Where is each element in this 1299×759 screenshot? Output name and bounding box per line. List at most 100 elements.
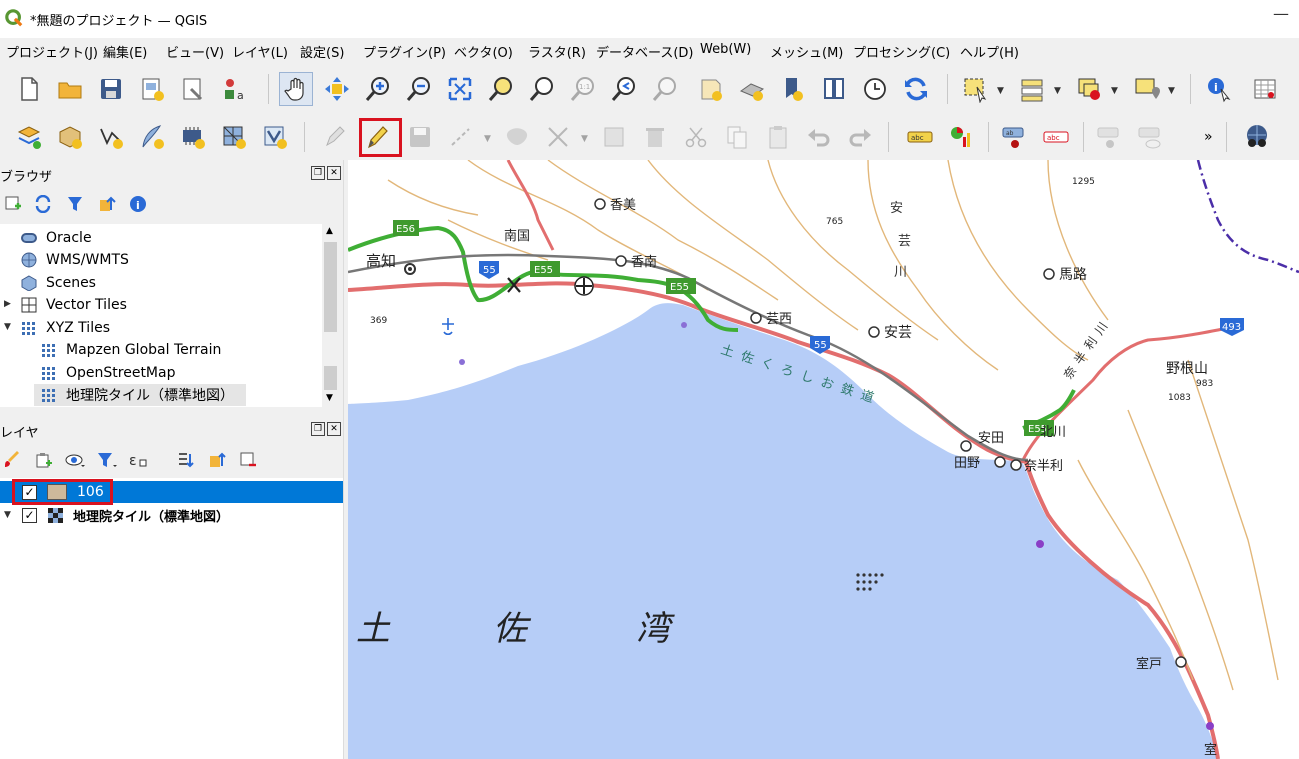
layer-row-gsi-tiles[interactable]: ✓ 地理院タイル（標準地図） <box>0 504 343 526</box>
menu-raster[interactable]: ラスタ(R) <box>528 42 586 61</box>
zoom-out-button[interactable] <box>402 72 436 106</box>
browser-refresh-button[interactable] <box>31 192 55 216</box>
new-virtual-layer-button[interactable] <box>258 120 292 154</box>
collapse-all-button[interactable] <box>95 192 119 216</box>
new-geopackage-layer-button[interactable] <box>53 120 87 154</box>
float-panel-icon[interactable]: ❐ <box>311 422 325 436</box>
zoom-next-button[interactable] <box>648 72 682 106</box>
temporal-controller-button[interactable] <box>858 72 892 106</box>
move-label-button[interactable] <box>1093 120 1127 154</box>
pan-map-button[interactable] <box>279 72 313 106</box>
new-bookmark-button[interactable] <box>776 72 810 106</box>
digitize-dropdown-icon[interactable]: ▼ <box>484 134 491 144</box>
layer-visibility-checkbox[interactable]: ✓ <box>22 507 37 523</box>
style-manager-button[interactable]: a <box>217 72 251 106</box>
expand-arrow-icon[interactable]: ▶ <box>4 299 11 309</box>
new-spatialite-layer-button[interactable] <box>135 120 169 154</box>
browser-scroll-thumb-lower[interactable] <box>324 366 337 390</box>
add-selected-layers-button[interactable] <box>1 192 25 216</box>
new-shapefile-layer-button[interactable] <box>94 120 128 154</box>
collapse-arrow-icon[interactable]: ▼ <box>4 322 11 332</box>
new-map-view-button[interactable] <box>694 72 728 106</box>
current-edits-button[interactable] <box>318 120 352 154</box>
new-3d-view-button[interactable] <box>735 72 769 106</box>
browser-item-gsi-tiles[interactable]: 地理院タイル（標準地図） <box>34 384 246 406</box>
cut-features-button[interactable] <box>679 120 713 154</box>
zoom-full-button[interactable] <box>443 72 477 106</box>
select-features-dropdown-icon[interactable]: ▼ <box>997 86 1004 96</box>
browser-item-vector-tiles[interactable]: Vector Tiles <box>20 294 127 316</box>
toolbar-overflow-button[interactable]: » <box>1204 129 1213 145</box>
layer-labeling-options-button[interactable]: abc <box>903 120 937 154</box>
zoom-last-button[interactable] <box>607 72 641 106</box>
vertex-dropdown-icon[interactable]: ▼ <box>581 134 588 144</box>
browser-scroll-thumb[interactable] <box>324 242 337 332</box>
refresh-button[interactable] <box>899 72 933 106</box>
deselect-dropdown-icon[interactable]: ▼ <box>1111 86 1118 96</box>
select-by-location-button[interactable] <box>1129 72 1163 106</box>
open-project-button[interactable] <box>53 72 87 106</box>
new-print-layout-button[interactable] <box>135 72 169 106</box>
show-bookmarks-button[interactable] <box>817 72 851 106</box>
menu-edit[interactable]: 編集(E) <box>103 42 147 61</box>
manage-map-themes-button[interactable] <box>63 448 87 472</box>
pin-unpin-labels-button[interactable]: ab <box>998 120 1032 154</box>
minimize-button[interactable]: — <box>1273 4 1289 23</box>
menu-help[interactable]: ヘルプ(H) <box>960 42 1019 61</box>
open-attribute-table-button[interactable] <box>1248 72 1282 106</box>
float-panel-icon[interactable]: ❐ <box>311 166 325 180</box>
close-panel-icon[interactable]: ✕ <box>327 166 341 180</box>
highlight-pinned-labels-button[interactable]: abc <box>1039 120 1073 154</box>
menu-view[interactable]: ビュー(V) <box>166 42 224 61</box>
copy-features-button[interactable] <box>720 120 754 154</box>
plugin-tool-button[interactable] <box>1240 120 1274 154</box>
data-source-manager-button[interactable] <box>12 120 46 154</box>
menu-vector[interactable]: ベクタ(O) <box>454 42 513 61</box>
select-location-dropdown-icon[interactable]: ▼ <box>1168 86 1175 96</box>
menu-processing[interactable]: プロセシング(C) <box>853 42 950 61</box>
digitize-line-button[interactable] <box>444 120 478 154</box>
zoom-to-selection-button[interactable] <box>484 72 518 106</box>
undo-button[interactable] <box>802 120 836 154</box>
browser-item-mapzen[interactable]: Mapzen Global Terrain <box>40 339 221 361</box>
zoom-in-button[interactable] <box>361 72 395 106</box>
pan-to-selection-button[interactable] <box>320 72 354 106</box>
menu-layer[interactable]: レイヤ(L) <box>232 42 288 61</box>
browser-item-scenes[interactable]: Scenes <box>20 272 96 294</box>
layout-manager-button[interactable] <box>176 72 210 106</box>
menu-web[interactable]: Web(W) <box>700 42 751 57</box>
scroll-up-icon[interactable]: ▲ <box>326 226 333 236</box>
select-expression-dropdown-icon[interactable]: ▼ <box>1054 86 1061 96</box>
menu-settings[interactable]: 設定(S) <box>300 42 344 61</box>
zoom-native-button[interactable]: 1:1 <box>566 72 600 106</box>
add-polygon-button[interactable] <box>500 120 534 154</box>
select-by-expression-button[interactable] <box>1015 72 1049 106</box>
collapse-all-layers-button[interactable] <box>205 448 229 472</box>
filter-by-expression-button[interactable]: ε <box>127 448 151 472</box>
deselect-features-button[interactable] <box>1072 72 1106 106</box>
menu-mesh[interactable]: メッシュ(M) <box>770 42 843 61</box>
identify-features-button[interactable]: i <box>1202 72 1236 106</box>
show-hide-labels-button[interactable] <box>1134 120 1168 154</box>
scroll-down-icon[interactable]: ▼ <box>326 393 333 403</box>
menu-database[interactable]: データベース(D) <box>596 42 694 61</box>
add-group-button[interactable] <box>31 448 55 472</box>
filter-browser-button[interactable] <box>63 192 87 216</box>
browser-item-wms[interactable]: WMS/WMTS <box>20 249 129 271</box>
new-project-button[interactable] <box>12 72 46 106</box>
save-project-button[interactable] <box>94 72 128 106</box>
open-layer-styling-button[interactable] <box>0 448 24 472</box>
menu-project[interactable]: プロジェクト(J) <box>6 42 98 61</box>
redo-button[interactable] <box>843 120 877 154</box>
expand-all-button[interactable] <box>173 448 197 472</box>
remove-layer-button[interactable] <box>236 448 260 472</box>
browser-scrollbar[interactable]: ▲ ▼ <box>322 224 339 407</box>
select-features-button[interactable] <box>958 72 992 106</box>
save-layer-edits-button[interactable] <box>403 120 437 154</box>
zoom-to-layer-button[interactable] <box>525 72 559 106</box>
paste-features-button[interactable] <box>761 120 795 154</box>
new-temporary-layer-button[interactable] <box>176 120 210 154</box>
filter-legend-button[interactable] <box>95 448 119 472</box>
delete-selected-button[interactable] <box>638 120 672 154</box>
layer-diagram-options-button[interactable] <box>944 120 978 154</box>
